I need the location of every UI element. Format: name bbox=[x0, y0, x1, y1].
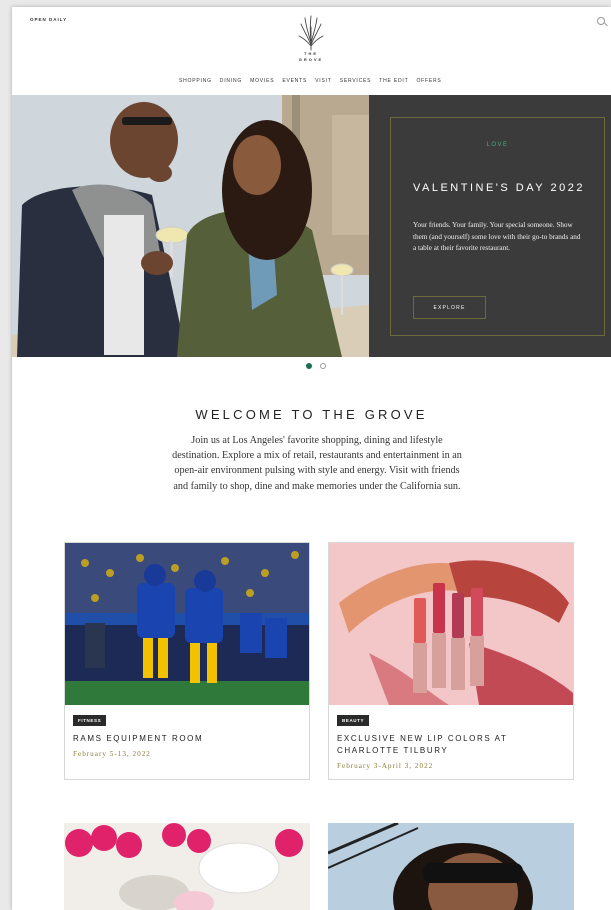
nav-item-offers[interactable]: OFFERS bbox=[416, 78, 441, 84]
promo-eyebrow: LOVE bbox=[486, 142, 509, 148]
event-card-roses[interactable] bbox=[64, 823, 310, 910]
card-title[interactable]: RAMS EQUIPMENT ROOM bbox=[73, 733, 293, 745]
main-nav: SHOPPING DINING MOVIES EVENTS VISIT SERV… bbox=[179, 78, 442, 84]
browser-page: OPEN DAILY THE GROVE SHOPPING DINING MOV… bbox=[12, 7, 611, 910]
nav-item-shopping[interactable]: SHOPPING bbox=[179, 78, 212, 84]
carousel-dot-2[interactable] bbox=[320, 363, 326, 369]
explore-button[interactable]: EXPLORE bbox=[413, 296, 486, 319]
sunglasses-woman-photo bbox=[328, 823, 574, 910]
card-date: February 5-13, 2022 bbox=[73, 750, 151, 758]
logo-grove-text: GROVE bbox=[298, 57, 324, 62]
event-card-charlotte-tilbury[interactable]: BEAUTY EXCLUSIVE NEW LIP COLORS AT CHARL… bbox=[328, 542, 574, 780]
nav-item-services[interactable]: SERVICES bbox=[340, 78, 372, 84]
open-daily-label: OPEN DAILY bbox=[30, 17, 68, 22]
hero-carousel: LOVE VALENTINE'S DAY 2022 Your friends. … bbox=[12, 95, 611, 357]
hero-promo-panel: LOVE VALENTINE'S DAY 2022 Your friends. … bbox=[369, 95, 611, 357]
welcome-heading: WELCOME TO THE GROVE bbox=[195, 407, 428, 422]
nav-item-movies[interactable]: MOVIES bbox=[250, 78, 274, 84]
lipstick-photo bbox=[329, 543, 573, 705]
card-category-tag: FITNESS bbox=[73, 715, 107, 726]
welcome-paragraph: Join us at Los Angeles' favorite shoppin… bbox=[172, 435, 462, 492]
hero-couple-photo bbox=[12, 95, 369, 357]
carousel-dot-1[interactable] bbox=[306, 363, 312, 369]
search-icon[interactable] bbox=[597, 17, 605, 25]
roses-photo bbox=[64, 823, 310, 910]
card-date: February 3-April 3, 2022 bbox=[337, 762, 434, 770]
nav-item-events[interactable]: EVENTS bbox=[282, 78, 307, 84]
card-category-tag: BEAUTY bbox=[337, 715, 370, 726]
the-grove-logo[interactable]: THE GROVE bbox=[296, 15, 326, 75]
event-card-sunglasses[interactable] bbox=[328, 823, 574, 910]
event-card-rams[interactable]: FITNESS RAMS EQUIPMENT ROOM February 5-1… bbox=[64, 542, 310, 780]
nav-item-dining[interactable]: DINING bbox=[220, 78, 242, 84]
carousel-dots bbox=[306, 363, 326, 369]
wheat-icon bbox=[298, 15, 324, 51]
promo-title: VALENTINE'S DAY 2022 bbox=[413, 182, 585, 194]
card-title[interactable]: EXCLUSIVE NEW LIP COLORS AT CHARLOTTE TI… bbox=[337, 733, 557, 756]
rams-football-photo bbox=[65, 543, 309, 705]
promo-frame: LOVE VALENTINE'S DAY 2022 Your friends. … bbox=[390, 117, 605, 336]
site-header: OPEN DAILY THE GROVE SHOPPING DINING MOV… bbox=[12, 7, 611, 95]
nav-item-the-edit[interactable]: THE EDIT bbox=[379, 78, 408, 84]
promo-body: Your friends. Your family. Your special … bbox=[413, 221, 581, 252]
nav-item-visit[interactable]: VISIT bbox=[315, 78, 332, 84]
